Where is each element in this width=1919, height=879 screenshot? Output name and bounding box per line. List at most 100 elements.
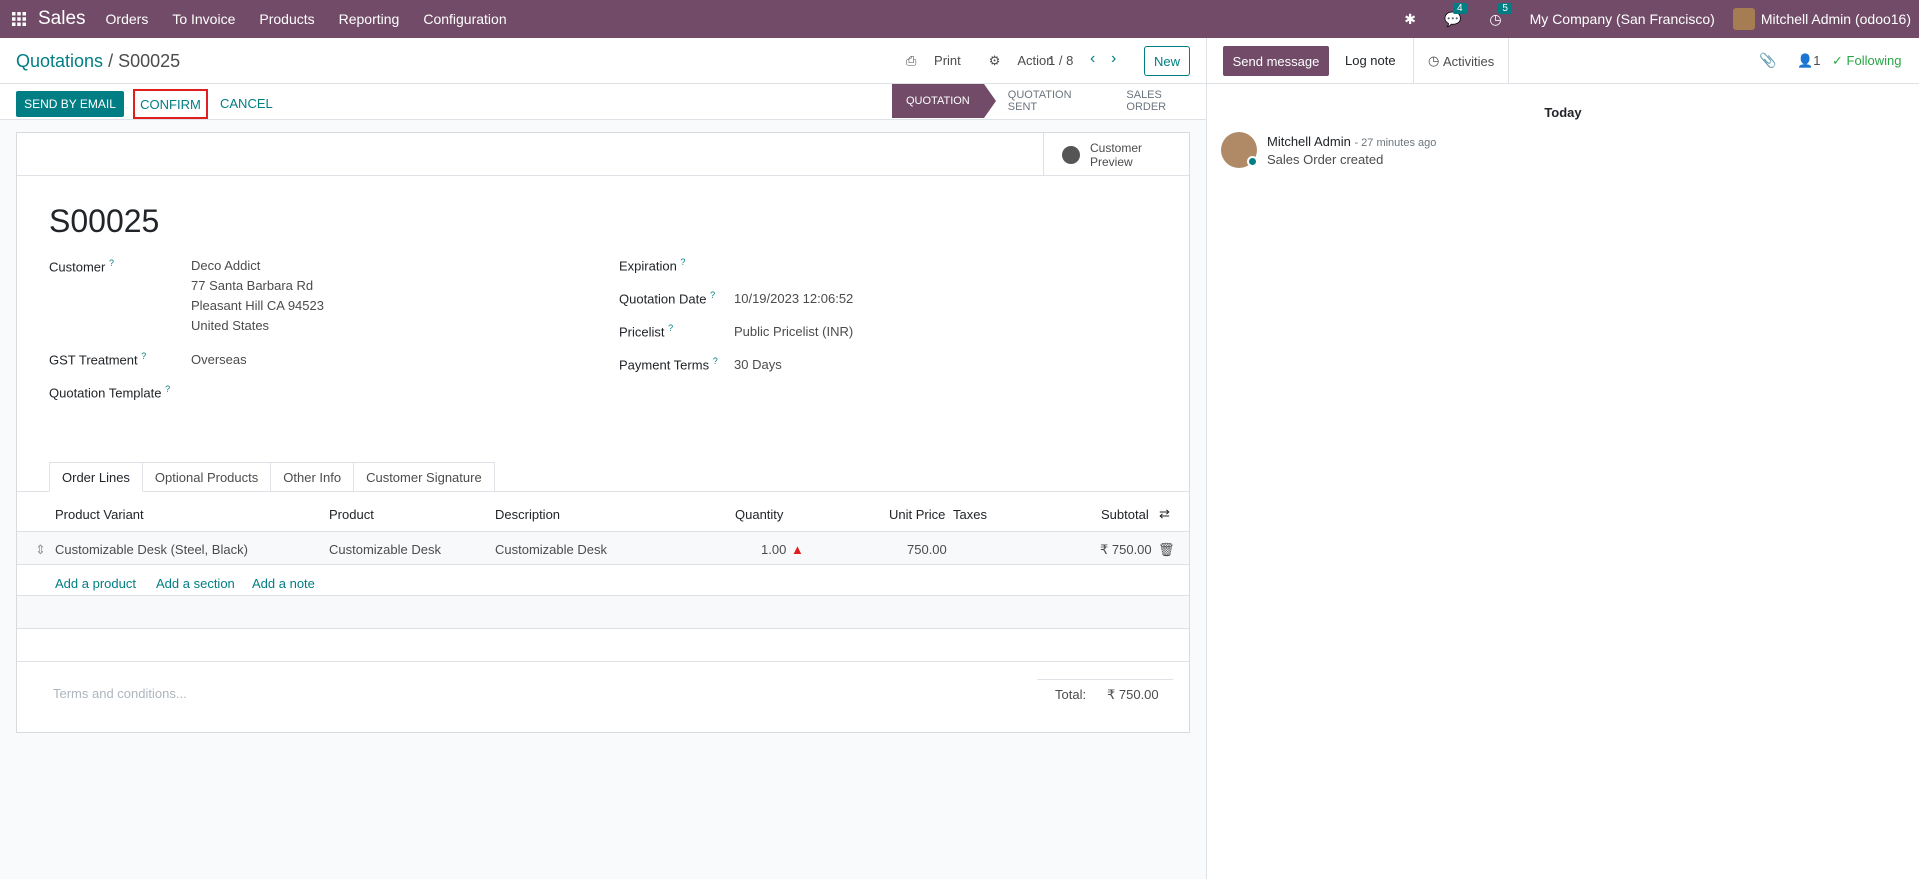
followers-count: 1: [1813, 53, 1821, 68]
cell-unit-price[interactable]: 750.00: [907, 542, 947, 557]
tab-optional-products[interactable]: Optional Products: [142, 462, 272, 492]
customer-preview-button[interactable]: Customer Preview: [1043, 133, 1189, 176]
menu-reporting[interactable]: Reporting: [339, 11, 400, 27]
customer-preview-line2: Preview: [1090, 154, 1133, 169]
author-name[interactable]: Mitchell Admin: [1267, 134, 1351, 149]
column-description[interactable]: Description: [495, 507, 560, 522]
help-mark[interactable]: ?: [680, 257, 685, 267]
gst-treatment-field[interactable]: Overseas: [191, 352, 247, 367]
cell-subtotal: ₹ 750.00: [1100, 542, 1152, 557]
date-separator: Today: [1544, 105, 1582, 120]
user-menu[interactable]: Mitchell Admin (odoo16): [1732, 8, 1911, 30]
debug-bug-icon[interactable]: ✱: [1404, 11, 1416, 28]
company-switcher[interactable]: My Company (San Francisco): [1530, 11, 1715, 27]
terms-conditions-field[interactable]: Terms and conditions...: [53, 686, 187, 701]
forecast-chart-icon[interactable]: ▲: [791, 542, 804, 557]
column-taxes[interactable]: Taxes: [953, 507, 987, 522]
customer-name[interactable]: Deco Addict: [191, 258, 260, 273]
online-status-dot: [1247, 156, 1258, 167]
following-label: Following: [1846, 53, 1902, 68]
breadcrumb-separator: /: [108, 51, 114, 71]
paperclip-icon[interactable]: 📎: [1759, 52, 1776, 69]
tab-order-lines[interactable]: Order Lines: [49, 462, 143, 492]
breadcrumb-current: S00025: [118, 51, 181, 71]
app-name[interactable]: Sales: [38, 8, 86, 30]
cell-product-variant[interactable]: Customizable Desk (Steel, Black): [55, 542, 248, 557]
confirm-button[interactable]: CONFIRM: [133, 89, 208, 119]
cell-quantity[interactable]: 1.00: [761, 542, 786, 557]
quotation-date-label: Quotation Date ?: [619, 290, 716, 307]
user-avatar: [1732, 8, 1755, 30]
column-product-variant[interactable]: Product Variant: [55, 507, 144, 522]
help-mark[interactable]: ?: [668, 323, 673, 333]
send-message-button[interactable]: Send message: [1223, 46, 1329, 76]
pager-next-icon[interactable]: ›: [1111, 50, 1116, 68]
button-box: Customer Preview: [17, 133, 1189, 176]
customer-country: United States: [191, 318, 270, 333]
total-divider: [1037, 679, 1173, 680]
pricelist-label: Pricelist ?: [619, 323, 674, 340]
chatter-topbar: Send message Log note ◷ Activities 📎 👤1 …: [1207, 38, 1919, 84]
payment-terms-field[interactable]: 30 Days: [734, 357, 782, 372]
apps-menu-icon[interactable]: [0, 0, 38, 38]
send-by-email-button[interactable]: SEND BY EMAIL: [16, 91, 124, 117]
stage-sales-order[interactable]: SALES ORDER: [1102, 84, 1206, 118]
customer-preview-line1: Customer: [1090, 140, 1143, 155]
user-name: Mitchell Admin (odoo16): [1760, 11, 1911, 27]
tab-customer-signature[interactable]: Customer Signature: [354, 462, 495, 492]
record-title: S00025: [49, 203, 160, 239]
activities-clock-icon[interactable]: ◷ 5: [1489, 2, 1512, 28]
pricelist-field[interactable]: Public Pricelist (INR): [734, 324, 853, 339]
pager-value[interactable]: 1 / 8: [1048, 53, 1073, 68]
customer-street: 77 Santa Barbara Rd: [191, 278, 314, 293]
optional-columns-icon[interactable]: ⇄: [1159, 506, 1170, 522]
messages-badge: 4: [1452, 2, 1467, 14]
help-mark[interactable]: ?: [713, 356, 718, 366]
form-sheet: Customer Preview S00025 Customer ? Deco …: [16, 132, 1190, 733]
cancel-button[interactable]: CANCEL: [220, 96, 273, 111]
breadcrumb-quotations[interactable]: Quotations: [16, 51, 103, 71]
delete-trash-icon[interactable]: 🗑: [1158, 542, 1175, 558]
form-view: Quotations / S00025 ⎙ Print ⚙ Action 1 /…: [0, 38, 1206, 879]
help-mark[interactable]: ?: [165, 384, 170, 394]
activities-label: Activities: [1442, 53, 1495, 69]
activities-button[interactable]: ◷ Activities: [1413, 38, 1510, 84]
drag-handle-icon[interactable]: ⇕: [35, 542, 46, 558]
activities-badge: 5: [1498, 2, 1512, 14]
quotation-date-field[interactable]: 10/19/2023 12:06:52: [734, 291, 853, 306]
cell-description[interactable]: Customizable Desk: [495, 542, 607, 557]
clock-icon: ◷: [1428, 53, 1440, 68]
new-button[interactable]: New: [1144, 46, 1190, 76]
help-mark[interactable]: ?: [710, 290, 715, 300]
chatter-panel: Send message Log note ◷ Activities 📎 👤1 …: [1206, 38, 1919, 879]
notebook-tabs: Order Lines Optional Products Other Info…: [49, 462, 495, 492]
menu-to-invoice[interactable]: To Invoice: [172, 11, 235, 27]
menu-orders[interactable]: Orders: [106, 11, 149, 27]
help-mark[interactable]: ?: [109, 258, 114, 268]
messages-icon[interactable]: 💬 4: [1444, 2, 1467, 28]
pager-previous-icon[interactable]: ‹: [1090, 50, 1095, 68]
check-icon: ✓: [1832, 53, 1843, 68]
following-button[interactable]: ✓ Following: [1832, 53, 1901, 69]
print-button[interactable]: ⎙ Print: [906, 53, 975, 69]
status-stages: QUOTATION QUOTATION SENT SALES ORDER: [892, 84, 1206, 120]
menu-configuration[interactable]: Configuration: [423, 11, 506, 27]
tab-other-info[interactable]: Other Info: [271, 462, 355, 492]
empty-row: [17, 596, 1189, 629]
stage-quotation-sent[interactable]: QUOTATION SENT: [984, 84, 1103, 118]
breadcrumb: Quotations / S00025: [16, 51, 180, 72]
column-unit-price[interactable]: Unit Price: [889, 507, 945, 522]
followers-button[interactable]: 👤1: [1797, 53, 1820, 69]
log-note-button[interactable]: Log note: [1345, 53, 1396, 68]
column-subtotal[interactable]: Subtotal: [1101, 507, 1149, 522]
payment-terms-label: Payment Terms ?: [619, 356, 718, 373]
column-product[interactable]: Product: [329, 507, 374, 522]
column-quantity[interactable]: Quantity: [735, 507, 783, 522]
help-mark[interactable]: ?: [141, 351, 146, 361]
cell-product[interactable]: Customizable Desk: [329, 542, 441, 557]
total-label: Total:: [1055, 687, 1087, 702]
menu-products[interactable]: Products: [259, 11, 314, 27]
total-amount: ₹ 750.00: [1107, 687, 1159, 702]
control-panel: Quotations / S00025 ⎙ Print ⚙ Action 1 /…: [0, 38, 1206, 84]
stage-quotation[interactable]: QUOTATION: [892, 84, 996, 118]
